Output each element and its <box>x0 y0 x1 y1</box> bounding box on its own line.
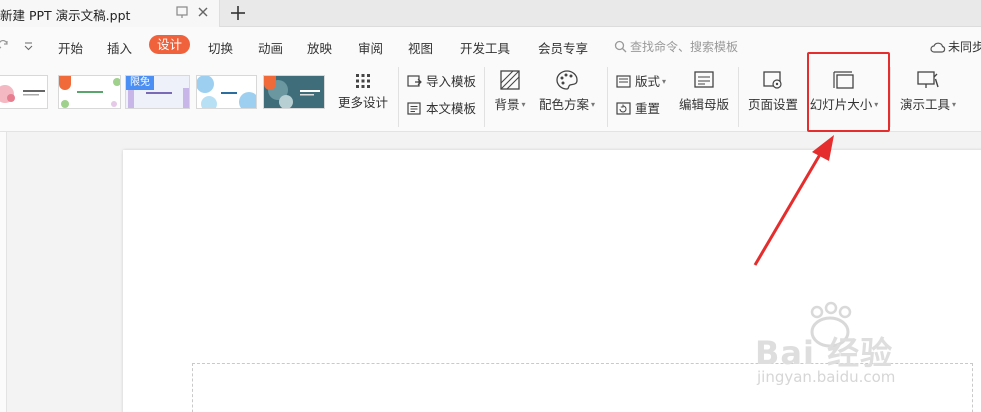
search-placeholder: 查找命令、搜索模板 <box>630 40 739 54</box>
text-template-button[interactable]: 本文模板 <box>407 98 476 117</box>
more-design-button[interactable]: 更多设计 <box>338 73 388 111</box>
chevron-down-icon: ▾ <box>952 100 957 109</box>
add-tab-icon[interactable] <box>228 3 248 23</box>
reset-button[interactable]: 重置 <box>616 98 660 117</box>
menu-developer[interactable]: 开发工具 <box>460 38 510 57</box>
menu-start[interactable]: 开始 <box>58 38 83 57</box>
more-design-label: 更多设计 <box>338 95 389 110</box>
template-thumbnail-1[interactable] <box>0 75 48 109</box>
grid-icon <box>356 74 370 88</box>
palette-icon <box>556 70 578 90</box>
chevron-down-icon: ▾ <box>521 100 526 109</box>
chevron-down-icon: ▾ <box>591 100 596 109</box>
ribbon-divider <box>890 67 891 127</box>
template-thumbnail-3[interactable]: 限免 <box>125 75 190 109</box>
reset-label: 重置 <box>635 101 661 116</box>
import-template-label: 导入模板 <box>426 74 477 89</box>
cloud-icon <box>930 42 946 53</box>
quick-access-dropdown-icon[interactable] <box>24 42 33 51</box>
close-icon[interactable] <box>196 5 210 19</box>
hot-badge-icon <box>264 76 276 90</box>
menu-design[interactable]: 设计 <box>149 35 191 54</box>
template-preview <box>0 85 45 103</box>
background-icon <box>500 70 520 90</box>
template-thumbnail-4[interactable] <box>196 75 257 109</box>
command-search[interactable]: 查找命令、搜索模板 <box>614 38 738 55</box>
background-button[interactable]: 背景 ▾ <box>492 69 528 113</box>
slide-master-icon <box>694 71 714 88</box>
annotation-highlight-box <box>807 52 890 132</box>
free-tag: 限免 <box>126 76 154 90</box>
template-thumbnail-2[interactable] <box>58 75 121 109</box>
search-icon <box>614 40 627 53</box>
template-thumbnail-5[interactable] <box>263 75 325 109</box>
layout-label: 版式 <box>635 74 661 89</box>
ribbon-divider <box>484 67 485 127</box>
hot-badge-icon <box>59 76 71 90</box>
presentation-tools-icon <box>917 71 939 88</box>
page-setup-label: 页面设置 <box>747 97 798 112</box>
template-preview <box>197 76 256 108</box>
document-tab[interactable]: 新建 PPT 演示文稿.ppt <box>0 0 220 27</box>
text-placeholder[interactable] <box>192 363 973 412</box>
menu-view[interactable]: 视图 <box>408 38 433 57</box>
background-label: 背景 <box>494 97 520 112</box>
layout-button[interactable]: 版式 ▾ <box>616 71 666 90</box>
presentation-tools-label: 演示工具 <box>899 97 950 112</box>
text-template-label: 本文模板 <box>426 101 477 116</box>
editing-canvas <box>0 132 981 412</box>
ribbon-divider <box>738 67 739 127</box>
import-template-button[interactable]: 导入模板 <box>407 71 476 90</box>
presentation-tools-button[interactable]: 演示工具 ▾ <box>897 69 959 113</box>
tab-bar: 新建 PPT 演示文稿.ppt <box>0 0 981 27</box>
page-setup-button[interactable]: 页面设置 <box>747 69 799 113</box>
layout-icon <box>616 75 631 88</box>
menu-member[interactable]: 会员专享 <box>538 38 588 57</box>
menu-transition[interactable]: 切换 <box>208 38 233 57</box>
reset-icon <box>616 102 631 115</box>
sync-status[interactable]: 未同步 <box>930 38 981 55</box>
import-template-icon <box>407 75 422 87</box>
edit-master-label: 编辑母版 <box>679 97 730 112</box>
color-scheme-label: 配色方案 <box>538 97 589 112</box>
chevron-down-icon: ▾ <box>662 77 667 86</box>
document-tab-title: 新建 PPT 演示文稿.ppt <box>0 8 131 23</box>
pin-icon[interactable] <box>175 5 189 19</box>
text-template-icon <box>407 102 421 115</box>
ribbon-divider <box>607 67 608 127</box>
slide[interactable] <box>123 150 981 412</box>
menu-review[interactable]: 审阅 <box>358 38 383 57</box>
slide-panel-edge[interactable] <box>0 132 7 412</box>
menu-insert[interactable]: 插入 <box>107 38 132 57</box>
menu-slideshow[interactable]: 放映 <box>307 38 332 57</box>
redo-icon[interactable] <box>0 40 10 52</box>
page-setup-icon <box>763 71 782 89</box>
edit-master-button[interactable]: 编辑母版 <box>679 69 729 113</box>
color-scheme-button[interactable]: 配色方案 ▾ <box>537 69 597 113</box>
sync-label: 未同步 <box>948 40 981 54</box>
ribbon-divider <box>398 67 399 127</box>
menu-animation[interactable]: 动画 <box>258 38 283 57</box>
